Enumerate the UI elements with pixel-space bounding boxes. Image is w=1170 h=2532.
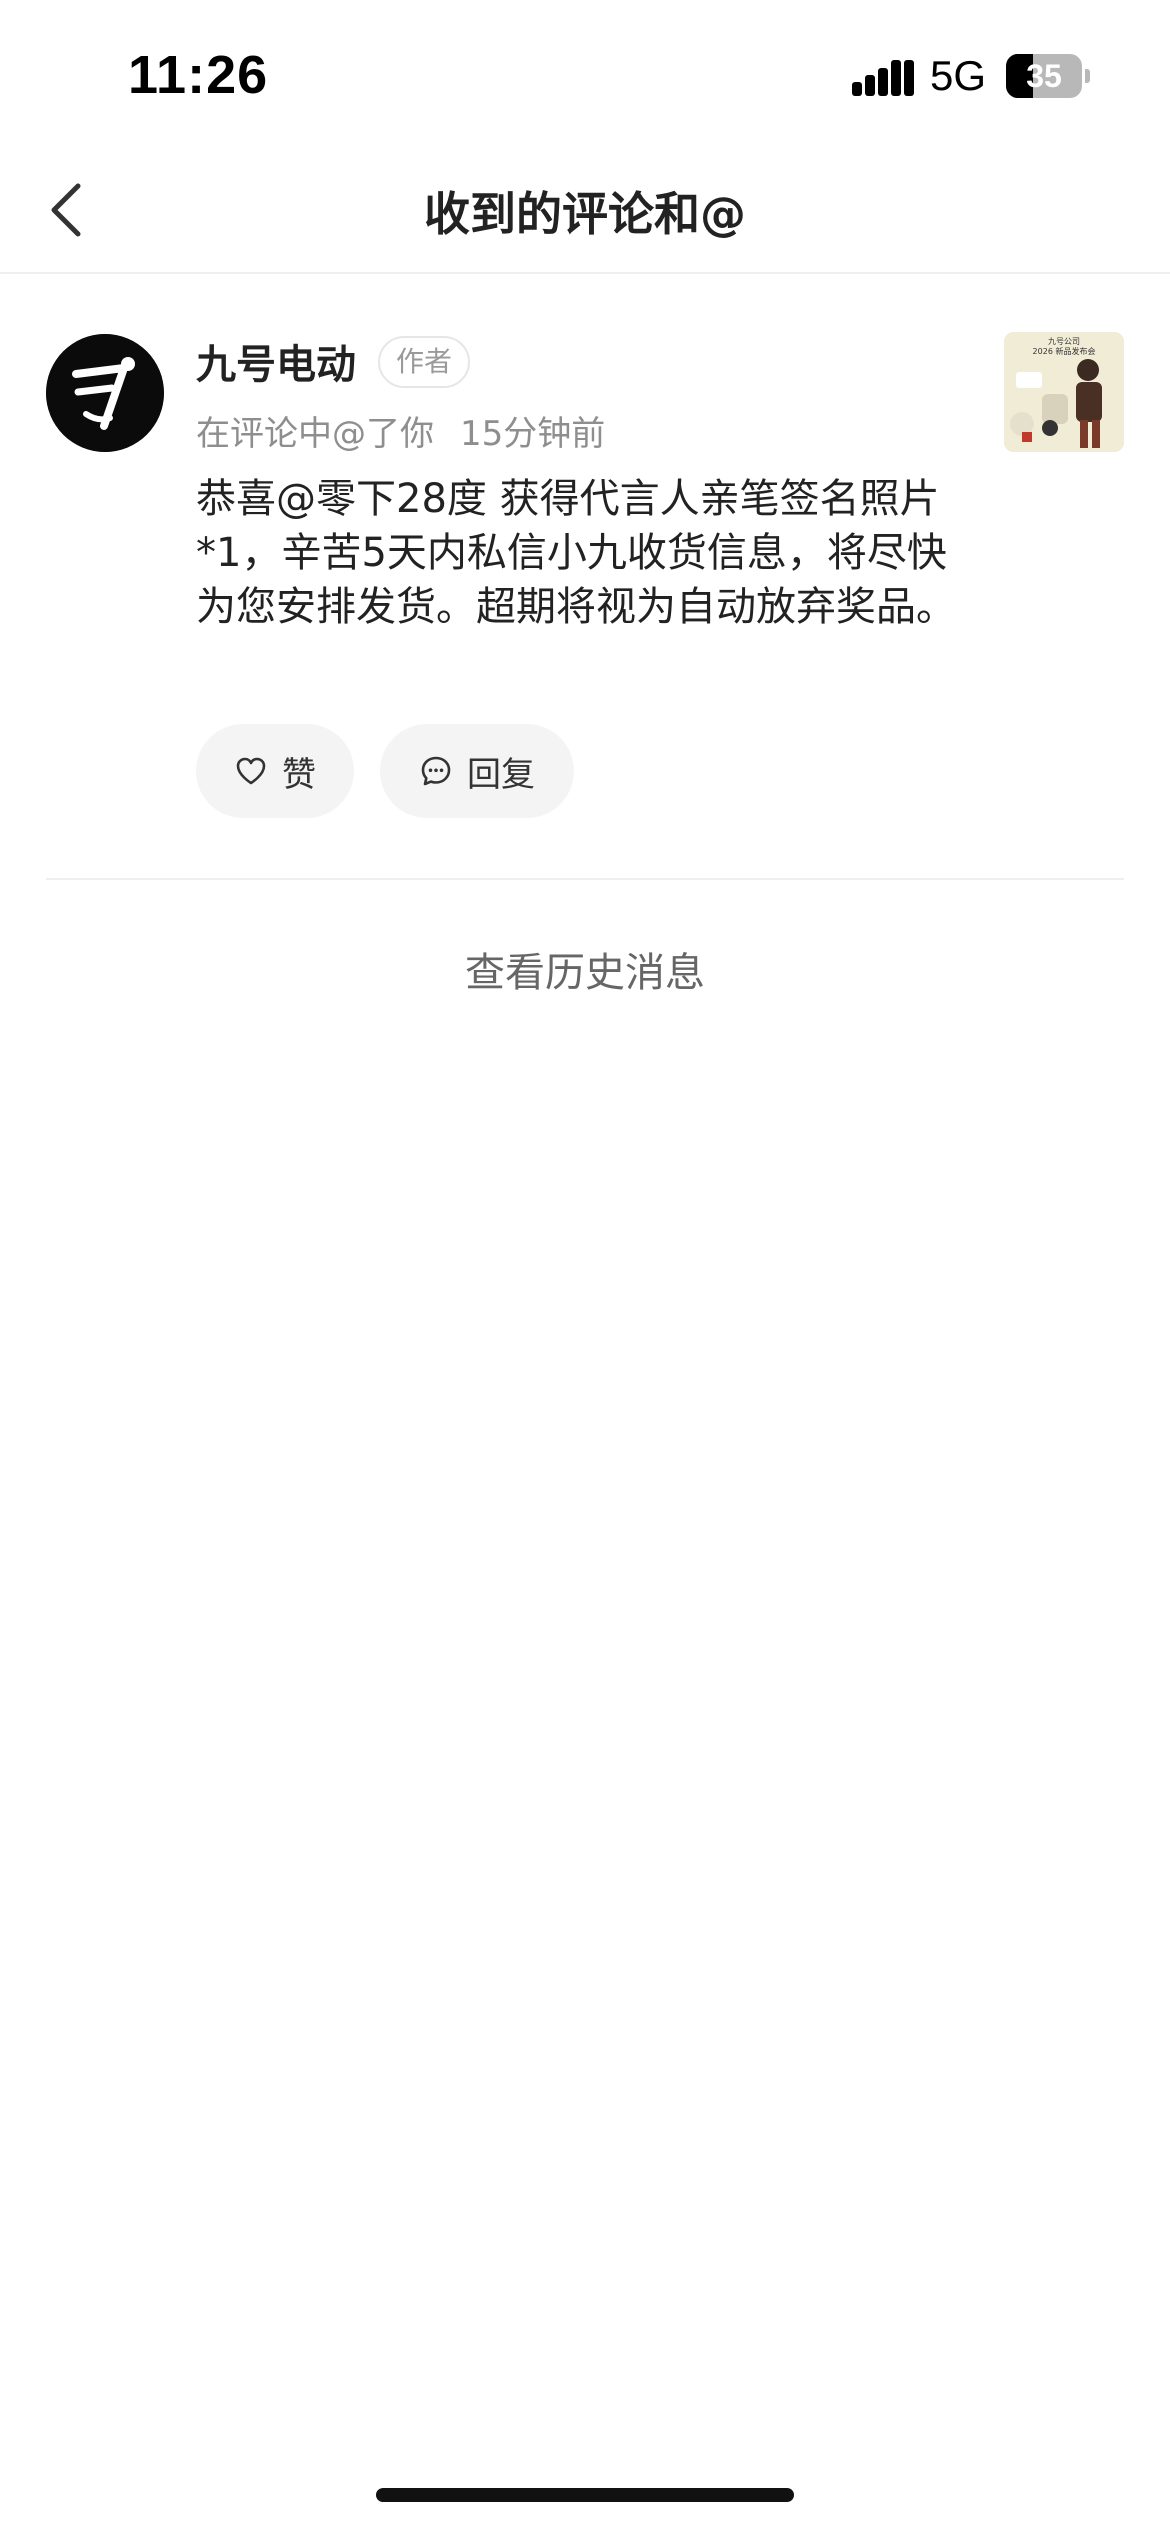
scooter-logo-icon	[46, 334, 164, 452]
battery-level-text: 35	[1026, 58, 1062, 94]
status-bar: 11:26 5G 35	[0, 0, 1170, 150]
divider	[46, 878, 1124, 880]
home-indicator[interactable]	[376, 2488, 794, 2502]
comment-bubble-icon	[421, 756, 451, 786]
like-label: 赞	[282, 754, 316, 795]
user-name[interactable]: 九号电动	[196, 332, 356, 390]
cellular-signal-icon	[852, 60, 914, 96]
timestamp: 15分钟前	[460, 414, 606, 454]
thumbnail-line-2: 2026 新品发布会	[1033, 346, 1096, 356]
status-time: 11:26	[128, 45, 269, 105]
notification-item[interactable]: 九号电动 作者 在评论中@了你 15分钟前 九号公司 2026 新品发布会 恭喜@…	[0, 272, 1170, 880]
author-badge: 作者	[378, 336, 471, 388]
reply-button[interactable]: 回复	[380, 724, 574, 818]
post-thumbnail[interactable]: 九号公司 2026 新品发布会	[1004, 332, 1124, 452]
notification-meta: 在评论中@了你 15分钟前	[196, 406, 605, 455]
thumbnail-image: 九号公司 2026 新品发布会	[1004, 332, 1124, 452]
heart-icon	[236, 757, 266, 785]
network-type-label: 5G	[930, 52, 987, 99]
action-text: 在评论中@了你	[196, 414, 434, 454]
comment-text: 恭喜@零下28度 获得代言人亲笔签名照片*1，辛苦5天内私信小九收货信息，将尽快…	[196, 476, 956, 630]
avatar[interactable]	[46, 334, 164, 452]
battery-icon: 35	[1006, 54, 1090, 98]
reply-label: 回复	[467, 754, 535, 795]
nav-bar: 收到的评论和@	[0, 150, 1170, 274]
thumbnail-line-1: 九号公司	[1048, 337, 1080, 346]
like-button[interactable]: 赞	[196, 724, 354, 818]
view-history-link[interactable]: 查看历史消息	[0, 940, 1170, 998]
page-title: 收到的评论和@	[424, 187, 746, 241]
